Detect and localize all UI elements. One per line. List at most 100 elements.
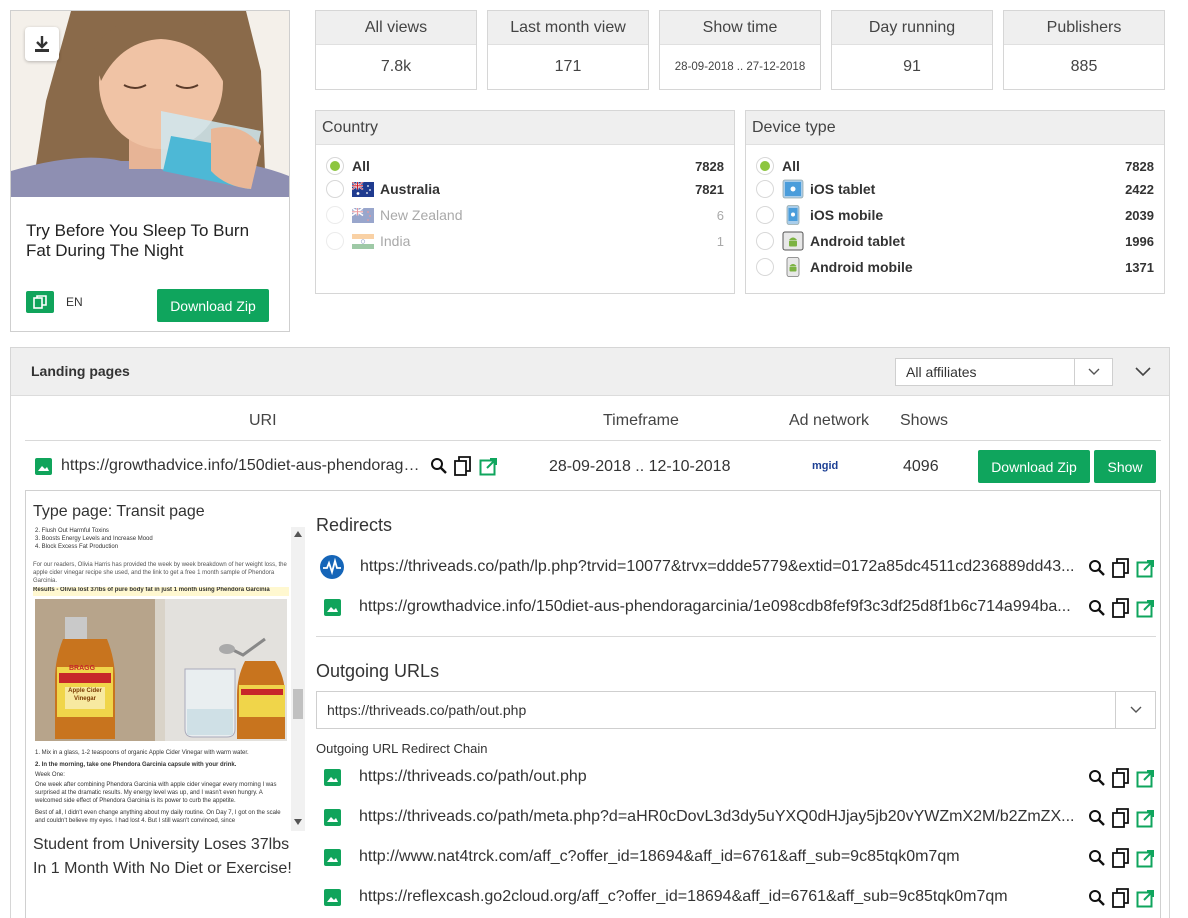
stat-value: 91 [903, 58, 921, 75]
device-label: iOS tablet [810, 181, 876, 197]
stat-last-month-view: Last month view 171 [487, 10, 649, 90]
redirect-url[interactable]: https://growthadvice.info/150diet-aus-ph… [359, 598, 1077, 616]
landing-row-uri[interactable]: https://growthadvice.info/150diet-aus-ph… [61, 457, 421, 475]
scroll-down-icon[interactable] [294, 819, 302, 825]
chevron-down-icon[interactable] [1074, 359, 1112, 385]
landing-show-button[interactable]: Show [1094, 450, 1156, 483]
preview-scrollbar[interactable] [291, 527, 305, 831]
copy-icon[interactable] [1110, 557, 1132, 579]
search-icon[interactable] [1086, 597, 1108, 619]
chain-row: https://reflexcash.go2cloud.org/aff_c?of… [320, 885, 1156, 909]
search-icon[interactable] [1086, 767, 1108, 789]
stat-label: All views [316, 11, 476, 45]
preview-paragraph: Best of all, I didn't even change anythi… [35, 810, 281, 824]
chain-url[interactable]: http://www.nat4trck.com/aff_c?offer_id=1… [359, 848, 1077, 866]
landing-pages-section: Landing pages All affiliates URI Timefra… [10, 347, 1170, 918]
radio[interactable] [326, 232, 344, 250]
country-label: India [380, 233, 411, 249]
column-header-timeframe: Timeframe [603, 412, 679, 429]
scrollbar-thumb[interactable] [293, 689, 303, 719]
landing-download-zip-button[interactable]: Download Zip [978, 450, 1090, 483]
preview-list: 2. Flush Out Harmful Toxins 3. Boosts En… [35, 527, 153, 551]
country-option-all[interactable]: All 7828 [326, 155, 724, 177]
country-option-australia[interactable]: Australia 7821 [326, 178, 724, 200]
preview-caption: Student from University Loses 37lbs In 1… [33, 836, 292, 877]
search-icon[interactable] [1086, 847, 1108, 869]
copy-icon[interactable] [453, 456, 473, 476]
affiliate-select[interactable]: All affiliates [895, 358, 1113, 386]
radio[interactable] [756, 258, 774, 276]
redirect-url[interactable]: https://thriveads.co/path/lp.php?trvid=1… [360, 558, 1078, 576]
landing-row-timeframe: 28-09-2018 .. 12-10-2018 [549, 458, 731, 475]
external-link-icon[interactable] [1134, 557, 1156, 579]
scroll-up-icon[interactable] [294, 531, 302, 537]
external-link-icon[interactable] [1134, 887, 1156, 909]
copy-ad-button[interactable] [26, 291, 54, 313]
radio[interactable] [326, 180, 344, 198]
external-link-icon[interactable] [1134, 807, 1156, 829]
device-option-all[interactable]: All 7828 [756, 155, 1154, 177]
device-option-android-tablet[interactable]: Android tablet 1996 [756, 230, 1154, 252]
copy-icon[interactable] [1110, 767, 1132, 789]
ad-card: Try Before You Sleep To Burn Fat During … [10, 10, 290, 332]
radio[interactable] [326, 206, 344, 224]
type-page-label: Type page: Transit page [33, 503, 205, 520]
external-link-icon[interactable] [1134, 847, 1156, 869]
device-label: All [782, 158, 800, 174]
stat-value: 28-09-2018 .. 27-12-2018 [674, 61, 806, 73]
device-option-ios-tablet[interactable]: iOS tablet 2422 [756, 178, 1154, 200]
column-header-shows: Shows [900, 412, 949, 429]
ad-download-zip-button[interactable]: Download Zip [157, 289, 269, 322]
country-label: All [352, 158, 370, 174]
radio[interactable] [756, 206, 774, 224]
country-label: New Zealand [380, 207, 463, 223]
chain-url[interactable]: https://reflexcash.go2cloud.org/aff_c?of… [359, 888, 1077, 906]
search-icon[interactable] [1086, 887, 1108, 909]
image-icon [324, 848, 341, 866]
country-count: 7828 [695, 158, 724, 174]
copy-icon[interactable] [1110, 597, 1132, 619]
column-header-uri: URI [249, 412, 277, 429]
country-option-new-zealand[interactable]: New Zealand 6 [326, 204, 724, 226]
image-icon [35, 458, 52, 475]
copy-icon[interactable] [1110, 887, 1132, 909]
search-icon[interactable] [429, 456, 449, 476]
preview-bottle-brand: BRAGG [69, 665, 96, 672]
ad-download-button[interactable] [25, 27, 59, 61]
new-zealand-flag-icon [352, 207, 374, 223]
redirect-row: https://thriveads.co/path/lp.php?trvid=1… [320, 555, 1156, 579]
copy-icon[interactable] [1110, 847, 1132, 869]
chain-url[interactable]: https://thriveads.co/path/meta.php?d=aHR… [359, 808, 1077, 826]
collapse-section-button[interactable] [1133, 362, 1153, 382]
preview-results-text: Results - Olivia lost 37lbs of pure body… [33, 587, 289, 596]
india-flag-icon [352, 233, 374, 249]
chain-row: http://www.nat4trck.com/aff_c?offer_id=1… [320, 845, 1156, 869]
image-icon [324, 888, 341, 906]
country-panel: Country All 7828 Australia 7821 New Zeal… [315, 110, 735, 294]
radio[interactable] [756, 180, 774, 198]
affiliate-select-value: All affiliates [906, 364, 977, 380]
country-option-india[interactable]: India 1 [326, 230, 724, 252]
mgid-logo: mgid [812, 460, 839, 472]
search-icon[interactable] [1086, 807, 1108, 829]
radio-selected[interactable] [326, 157, 344, 175]
radio[interactable] [756, 232, 774, 250]
outgoing-url-select[interactable]: https://thriveads.co/path/out.php [316, 691, 1156, 729]
device-option-android-mobile[interactable]: Android mobile 1371 [756, 256, 1154, 278]
country-count: 7821 [695, 181, 724, 197]
chain-url[interactable]: https://thriveads.co/path/out.php [359, 768, 1077, 786]
external-link-icon[interactable] [478, 456, 498, 476]
divider [316, 636, 1156, 637]
preview-step-1: 1. Mix in a glass, 1-2 teaspoons of orga… [35, 750, 249, 756]
copy-icon[interactable] [1110, 807, 1132, 829]
search-icon[interactable] [1086, 557, 1108, 579]
android-mobile-icon [786, 257, 800, 277]
external-link-icon[interactable] [1134, 597, 1156, 619]
device-option-ios-mobile[interactable]: iOS mobile 2039 [756, 204, 1154, 226]
chevron-down-icon[interactable] [1115, 692, 1155, 728]
external-link-icon[interactable] [1134, 767, 1156, 789]
device-label: Android mobile [810, 259, 913, 275]
landing-preview[interactable]: 2. Flush Out Harmful Toxins 3. Boosts En… [33, 527, 291, 831]
radio-selected[interactable] [756, 157, 774, 175]
stat-show-time: Show time 28-09-2018 .. 27-12-2018 [659, 10, 821, 90]
